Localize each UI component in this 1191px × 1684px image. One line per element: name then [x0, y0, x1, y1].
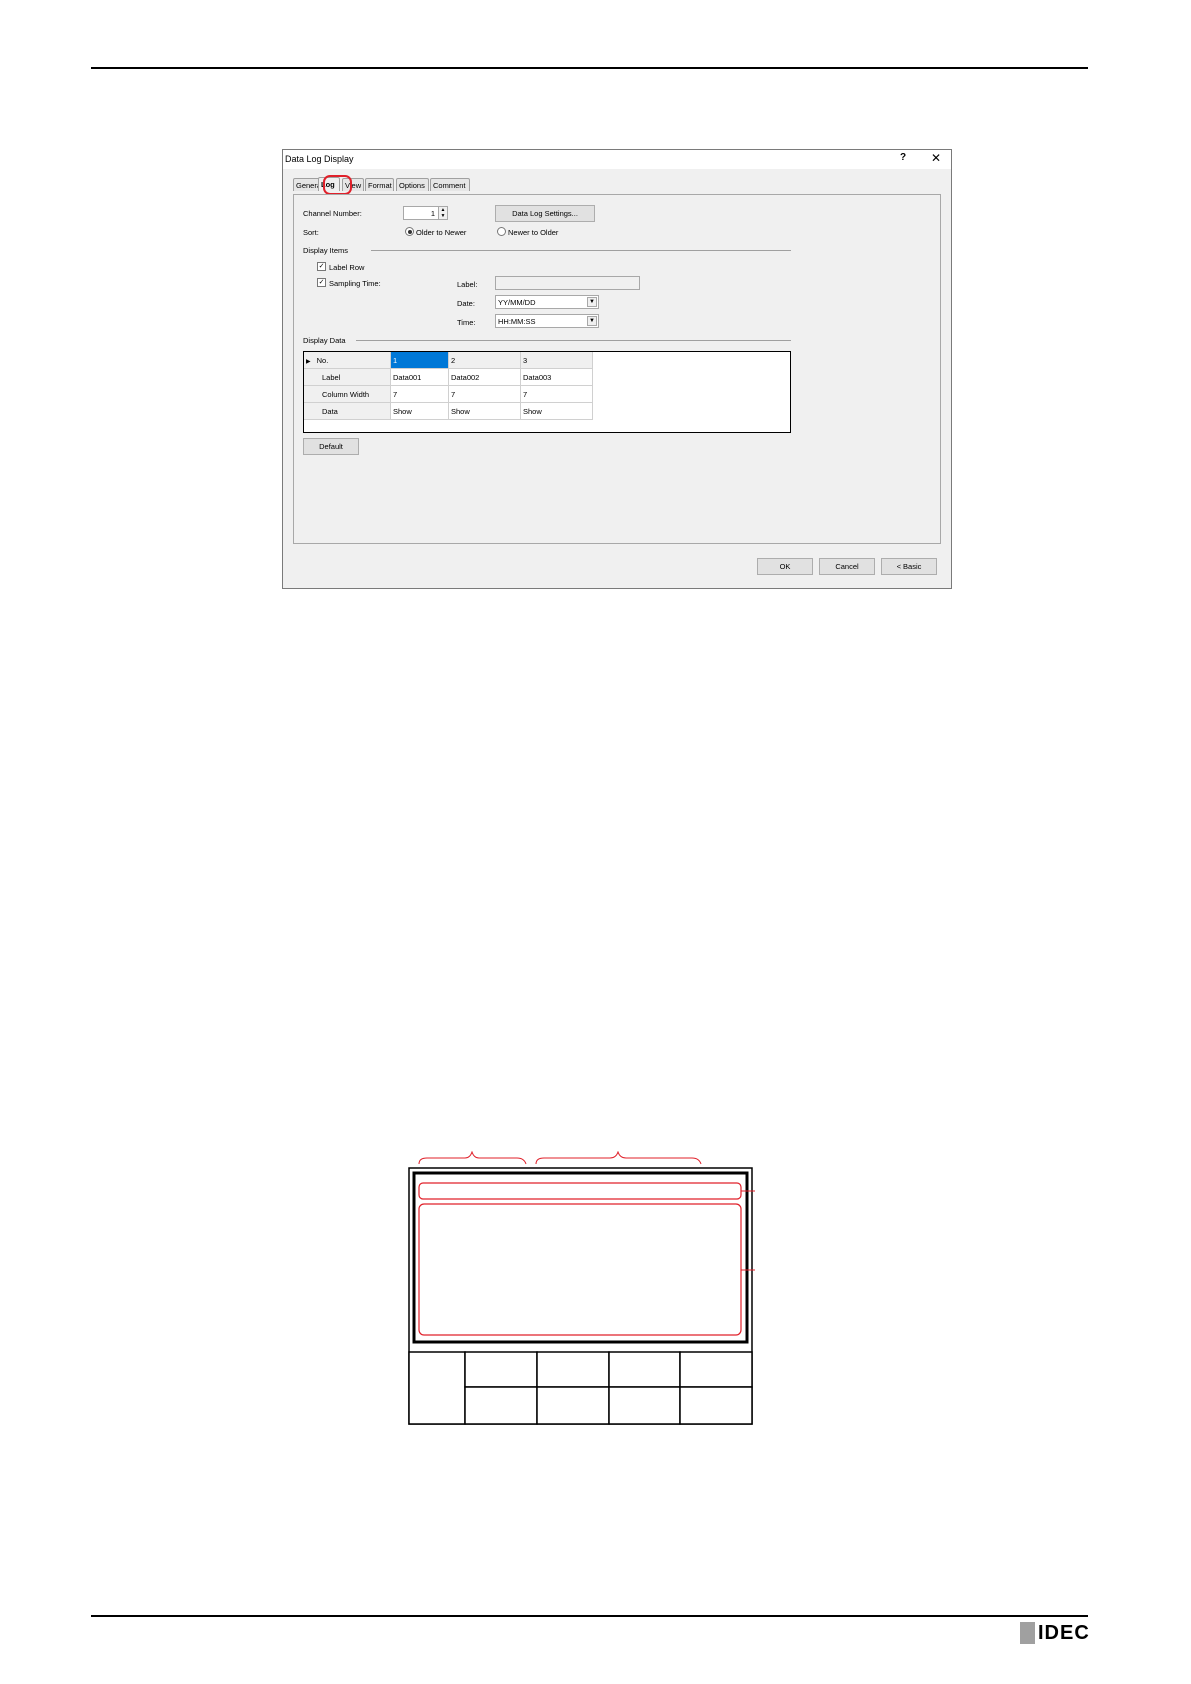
- time-format-select[interactable]: HH:MM:SS ▼: [495, 314, 599, 328]
- diagram-key: [608, 1351, 681, 1388]
- grid-row-header: Label: [304, 369, 391, 386]
- log-tab-panel: Channel Number: 1 ▲ ▼ Data Log Settings..…: [293, 194, 941, 544]
- tab-options[interactable]: Options: [396, 178, 429, 191]
- sort-label: Sort:: [303, 228, 319, 237]
- label-field-input[interactable]: [495, 276, 640, 290]
- date-format-value: YY/MM/DD: [498, 298, 536, 307]
- tab-format[interactable]: Format: [365, 178, 394, 191]
- older-to-newer-label: Older to Newer: [416, 228, 467, 237]
- logo-mark-icon: [1020, 1622, 1035, 1644]
- label-field-label: Label:: [457, 280, 478, 289]
- older-to-newer-radio[interactable]: [405, 227, 414, 236]
- header-rule: [91, 67, 1088, 69]
- tab-comment[interactable]: Comment: [430, 178, 470, 191]
- diagram-key: [464, 1351, 538, 1388]
- grid-cell[interactable]: Show: [449, 403, 521, 420]
- right-brace: [535, 1151, 702, 1165]
- grid-cell[interactable]: Show: [521, 403, 593, 420]
- cancel-button[interactable]: Cancel: [819, 558, 875, 575]
- diagram-key: [679, 1386, 753, 1425]
- grid-cell[interactable]: 7: [449, 386, 521, 403]
- time-label: Time:: [457, 318, 476, 327]
- grid-row-header: Data: [304, 403, 391, 420]
- grid-cell[interactable]: 7: [521, 386, 593, 403]
- grid-cell[interactable]: Data002: [449, 369, 521, 386]
- channel-number-stepper[interactable]: 1 ▲ ▼: [403, 206, 448, 220]
- display-data-heading: Display Data: [303, 336, 346, 345]
- channel-number-value: 1: [430, 209, 435, 218]
- diagram-key: [608, 1386, 681, 1425]
- sampling-time-label: Sampling Time:: [329, 279, 381, 288]
- grid-row-header: Column Width: [304, 386, 391, 403]
- date-label: Date:: [457, 299, 475, 308]
- grid-cell[interactable]: 1: [391, 352, 449, 369]
- grid-cell[interactable]: Show: [391, 403, 449, 420]
- log-tab-highlight: [323, 175, 352, 195]
- label-row-label: Label Row: [329, 263, 365, 272]
- help-button[interactable]: ?: [900, 152, 906, 163]
- chevron-down-icon[interactable]: ▼: [587, 316, 597, 326]
- screen-layout-diagram: [408, 1151, 755, 1425]
- newer-to-older-label: Newer to Older: [508, 228, 559, 237]
- dialog-titlebar: Data Log Display ? ✕: [283, 150, 951, 169]
- left-brace: [418, 1151, 527, 1165]
- diagram-key-large: [408, 1351, 466, 1425]
- diagram-key: [536, 1386, 610, 1425]
- date-format-select[interactable]: YY/MM/DD ▼: [495, 295, 599, 309]
- diagram-key: [536, 1351, 610, 1388]
- display-data-grid[interactable]: ▶ No. 1 2 3 Label Data001 Data002 Data003…: [303, 351, 791, 433]
- chevron-down-icon[interactable]: ▼: [587, 297, 597, 307]
- display-items-heading: Display Items: [303, 246, 349, 255]
- data-log-display-area: [412, 1171, 749, 1344]
- diagram-key: [679, 1351, 753, 1388]
- default-button[interactable]: Default: [303, 438, 359, 455]
- data-log-settings-button[interactable]: Data Log Settings...: [495, 205, 595, 222]
- channel-number-label: Channel Number:: [303, 209, 362, 218]
- grid-cell[interactable]: 7: [391, 386, 449, 403]
- idec-logo: IDEC: [1020, 1620, 1090, 1646]
- close-icon[interactable]: ✕: [931, 151, 941, 165]
- display-items-divider: [371, 250, 791, 251]
- label-row-checkbox[interactable]: ✓: [317, 262, 326, 271]
- time-format-value: HH:MM:SS: [498, 317, 536, 326]
- data-log-display-dialog: Data Log Display ? ✕ General Log View Fo…: [282, 149, 952, 589]
- grid-cell[interactable]: Data001: [391, 369, 449, 386]
- tab-general[interactable]: General: [293, 178, 323, 191]
- row-pointer-icon: ▶: [306, 359, 311, 365]
- grid-cell[interactable]: Data003: [521, 369, 593, 386]
- logo-text: IDEC: [1038, 1621, 1090, 1644]
- display-data-divider: [356, 340, 791, 341]
- diagram-key: [464, 1386, 538, 1425]
- spin-arrows-icon[interactable]: ▲ ▼: [438, 206, 448, 220]
- grid-cell[interactable]: 2: [449, 352, 521, 369]
- grid-cell[interactable]: 3: [521, 352, 593, 369]
- newer-to-older-radio[interactable]: [497, 227, 506, 236]
- grid-row-header: ▶ No.: [304, 352, 391, 369]
- sampling-time-checkbox[interactable]: ✓: [317, 278, 326, 287]
- ok-button[interactable]: OK: [757, 558, 813, 575]
- footer-rule: [91, 1615, 1088, 1617]
- basic-button[interactable]: < Basic: [881, 558, 937, 575]
- dialog-title: Data Log Display: [285, 154, 354, 164]
